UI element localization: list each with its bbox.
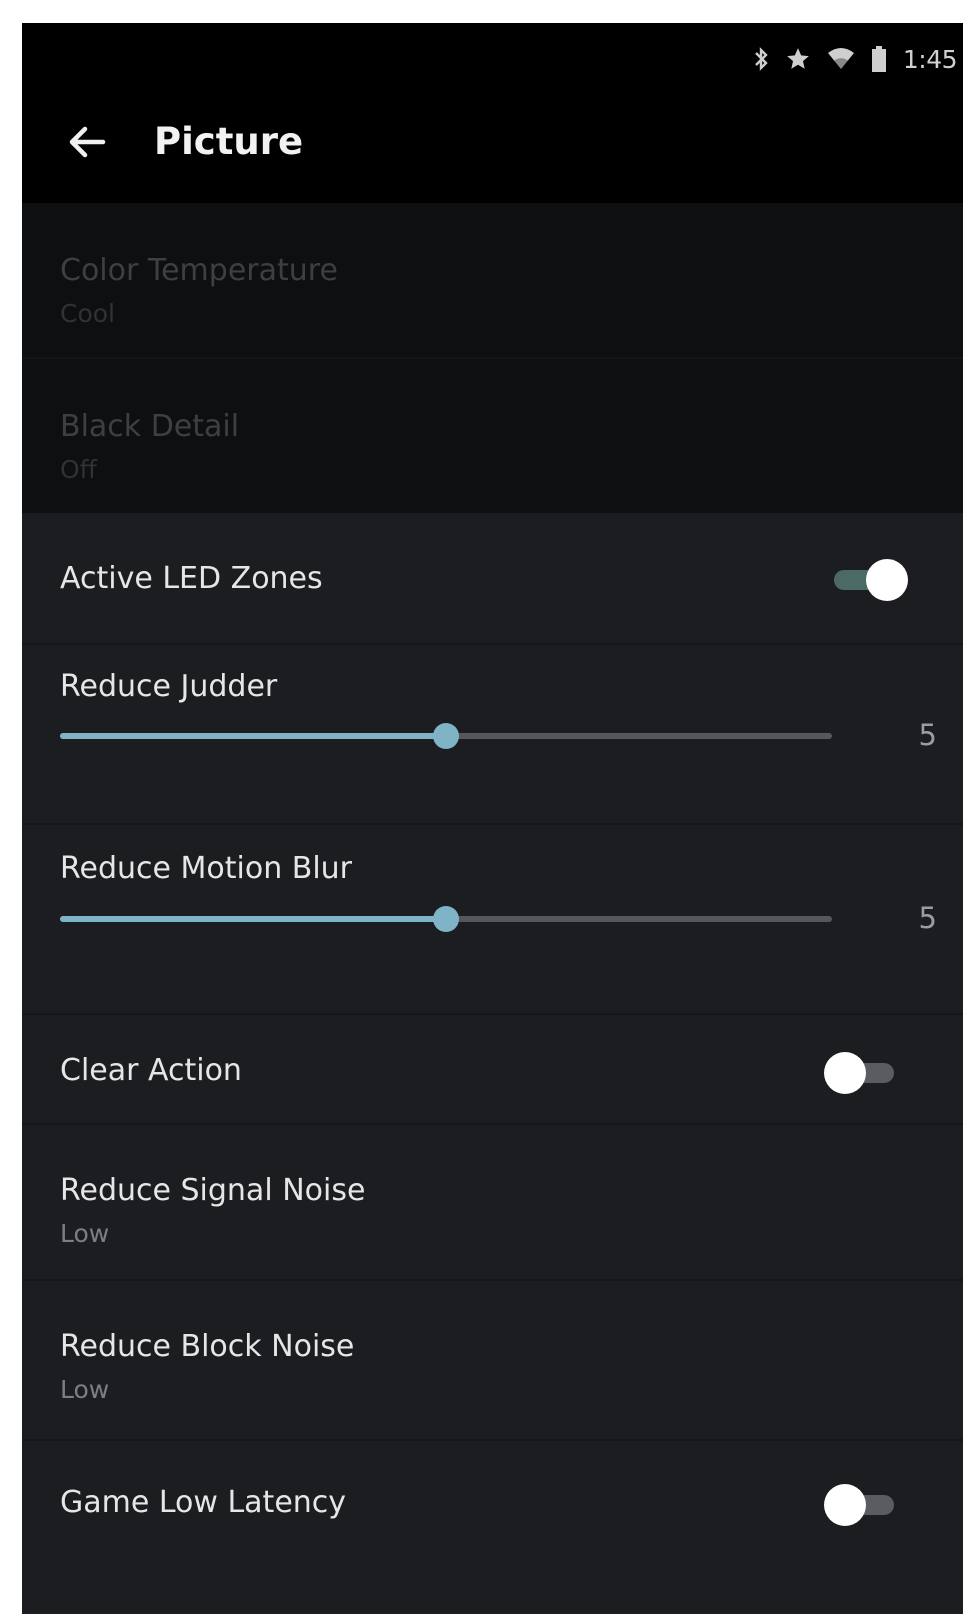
setting-reduce-signal-noise[interactable]: Reduce Signal Noise Low bbox=[22, 1123, 963, 1281]
setting-label: Reduce Motion Blur bbox=[60, 851, 353, 886]
setting-value: Low bbox=[60, 1375, 110, 1404]
setting-reduce-block-noise[interactable]: Reduce Block Noise Low bbox=[22, 1279, 963, 1441]
setting-value: Low bbox=[60, 1219, 110, 1248]
game-low-latency-toggle[interactable] bbox=[824, 1483, 896, 1526]
toggle-knob bbox=[824, 1484, 866, 1526]
clear-action-toggle[interactable] bbox=[824, 1051, 896, 1094]
setting-label: Active LED Zones bbox=[60, 561, 323, 596]
reduce-judder-slider[interactable] bbox=[60, 723, 832, 749]
toggle-knob bbox=[866, 559, 908, 601]
slider-handle[interactable] bbox=[433, 906, 459, 932]
setting-clear-action[interactable]: Clear Action bbox=[22, 1013, 963, 1125]
screen: 1:45 Picture Color Temperature Cool Blac… bbox=[22, 23, 963, 1614]
wifi-icon bbox=[827, 47, 855, 71]
status-bar: 1:45 bbox=[753, 41, 958, 77]
setting-label: Black Detail bbox=[60, 409, 240, 444]
star-icon bbox=[785, 46, 811, 72]
slider-value: 5 bbox=[918, 901, 937, 935]
setting-color-temperature: Color Temperature Cool bbox=[22, 203, 963, 357]
back-button[interactable] bbox=[62, 119, 112, 165]
setting-label: Color Temperature bbox=[60, 253, 338, 288]
battery-icon bbox=[871, 45, 887, 73]
toggle-knob bbox=[824, 1052, 866, 1094]
setting-game-low-latency[interactable]: Game Low Latency bbox=[22, 1439, 963, 1614]
reduce-motion-blur-slider[interactable] bbox=[60, 906, 832, 932]
setting-label: Game Low Latency bbox=[60, 1485, 347, 1520]
header-bar: 1:45 Picture bbox=[22, 23, 963, 203]
slider-fill bbox=[60, 916, 446, 922]
arrow-left-icon bbox=[69, 126, 106, 158]
setting-black-detail: Black Detail Off bbox=[22, 357, 963, 515]
bluetooth-icon bbox=[753, 45, 769, 73]
setting-label: Reduce Block Noise bbox=[60, 1329, 355, 1364]
setting-label: Clear Action bbox=[60, 1053, 242, 1088]
setting-label: Reduce Judder bbox=[60, 669, 278, 704]
slider-value: 5 bbox=[918, 718, 937, 752]
page-title: Picture bbox=[154, 120, 304, 163]
setting-active-led-zones[interactable]: Active LED Zones bbox=[22, 513, 963, 643]
setting-reduce-judder: Reduce Judder 5 bbox=[22, 643, 963, 825]
disabled-settings-group: Color Temperature Cool Black Detail Off bbox=[22, 203, 963, 513]
setting-value: Off bbox=[60, 455, 97, 484]
setting-reduce-motion-blur: Reduce Motion Blur 5 bbox=[22, 823, 963, 1015]
setting-value: Cool bbox=[60, 299, 115, 328]
active-led-zones-toggle[interactable] bbox=[830, 558, 908, 601]
setting-label: Reduce Signal Noise bbox=[60, 1173, 366, 1208]
status-time: 1:45 bbox=[902, 44, 958, 74]
slider-fill bbox=[60, 733, 446, 739]
slider-handle[interactable] bbox=[433, 723, 459, 749]
